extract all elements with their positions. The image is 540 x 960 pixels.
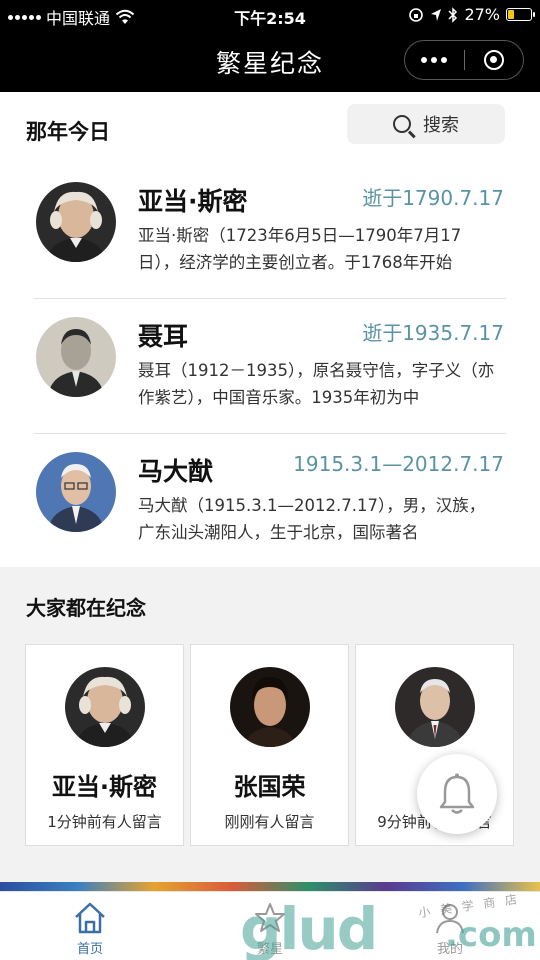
section-title-popular: 大家都在纪念 xyxy=(26,596,146,620)
avatar xyxy=(395,667,475,747)
status-bar: 中国联通 下午2:54 27% xyxy=(0,0,540,30)
nav-bar: 繁星纪念 xyxy=(0,30,540,92)
person-item[interactable]: 亚当·斯密 逝于1790.7.17 亚当·斯密（1723年6月5日—1790年7… xyxy=(34,164,506,299)
battery-percent: 27% xyxy=(464,5,500,24)
banner-strip xyxy=(0,882,540,891)
card-note: 1分钟前有人留言 xyxy=(47,813,162,831)
person-item[interactable]: 聂耳 逝于1935.7.17 聂耳（1912－1935），原名聂守信，字子义（亦… xyxy=(34,299,506,434)
card-name: 亚当·斯密 xyxy=(51,773,158,801)
card-name: 张国荣 xyxy=(233,773,306,801)
search-icon xyxy=(393,115,411,133)
more-icon[interactable] xyxy=(405,57,464,63)
avatar xyxy=(36,182,116,262)
person-name: 马大猷 xyxy=(138,457,214,486)
section-title-today: 那年今日 xyxy=(26,120,110,144)
person-name: 聂耳 xyxy=(138,322,189,351)
person-date: 1915.3.1—2012.7.17 xyxy=(293,452,504,476)
location-icon xyxy=(431,8,442,21)
person-date: 逝于1790.7.17 xyxy=(362,186,504,210)
card-note: 刚刚有人留言 xyxy=(224,813,315,831)
avatar xyxy=(36,317,116,397)
person-desc: 马大猷（1915.3.1—2012.7.17），男，汉族，广东汕头潮阳人，生于北… xyxy=(138,496,486,542)
bell-icon xyxy=(439,773,475,814)
watermark-logo: glud xyxy=(240,895,378,960)
battery-icon xyxy=(506,8,535,21)
notification-button[interactable] xyxy=(417,754,497,834)
tab-label: 首页 xyxy=(76,942,103,957)
watermark-suffix: .com xyxy=(445,915,537,955)
person-date: 逝于1935.7.17 xyxy=(362,321,504,345)
close-target-icon[interactable] xyxy=(465,50,524,70)
tab-home[interactable]: 首页 xyxy=(30,898,150,957)
home-icon xyxy=(75,902,105,934)
person-name: 亚当·斯密 xyxy=(138,187,248,216)
today-section: 那年今日 搜索 亚当·斯密 逝于1790.7.17 亚当·斯密（1723年6月5… xyxy=(0,92,540,567)
avatar xyxy=(65,667,145,747)
memorial-card[interactable]: 张国荣 刚刚有人留言 xyxy=(190,644,349,846)
search-label: 搜索 xyxy=(423,115,459,136)
person-desc: 亚当·斯密（1723年6月5日—1790年7月17日），经济学的主要创立者。于1… xyxy=(138,226,462,272)
avatar xyxy=(230,667,310,747)
lock-rotation-icon xyxy=(409,7,424,22)
person-desc: 聂耳（1912－1935），原名聂守信，字子义（亦作紫艺），中国音乐家。1935… xyxy=(138,361,495,407)
bluetooth-icon xyxy=(448,6,458,23)
mini-program-capsule xyxy=(404,40,524,80)
search-button[interactable]: 搜索 xyxy=(347,104,505,144)
person-item[interactable]: 马大猷 1915.3.1—2012.7.17 马大猷（1915.3.1—2012… xyxy=(34,434,506,569)
memorial-card[interactable]: 亚当·斯密 1分钟前有人留言 xyxy=(25,644,184,846)
avatar xyxy=(36,452,116,532)
